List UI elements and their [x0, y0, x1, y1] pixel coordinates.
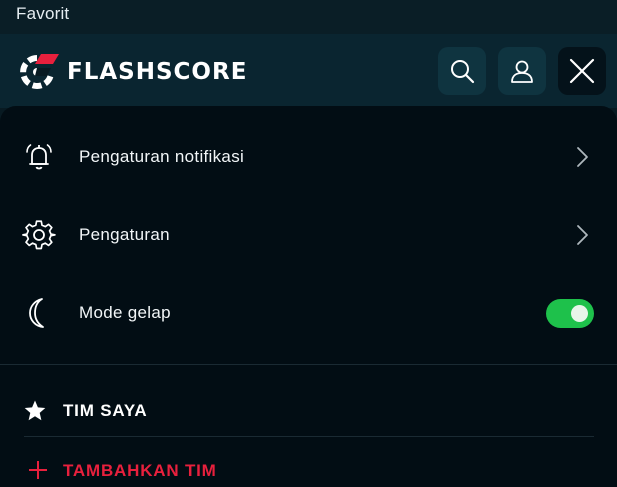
moon-icon — [22, 296, 56, 330]
menu-item-label: Pengaturan — [79, 225, 170, 244]
menu-item-settings[interactable]: Pengaturan — [0, 196, 617, 274]
flashscore-logo-icon — [20, 54, 59, 89]
search-icon — [451, 60, 475, 84]
dark-mode-toggle[interactable] — [546, 298, 594, 328]
user-account-button[interactable] — [498, 47, 546, 95]
menu-item-dark-mode[interactable]: Mode gelap — [0, 274, 617, 352]
menu-item-label: Pengaturan notifikasi — [79, 147, 245, 166]
chevron-right-icon — [577, 225, 588, 245]
my-teams-divider — [24, 436, 594, 437]
close-menu-button[interactable] — [558, 47, 606, 95]
close-icon — [569, 58, 595, 84]
user-icon — [511, 60, 533, 83]
plus-icon — [29, 461, 47, 479]
add-team-label: TAMBAHKAN TIM — [63, 461, 217, 480]
app-header: FLASHSCORE — [0, 34, 617, 108]
menu-panel: Pengaturan notifikasi Pengaturan Mode ge… — [0, 106, 617, 487]
gear-icon — [22, 218, 56, 252]
flashscore-logo[interactable]: FLASHSCORE — [17, 52, 247, 92]
menu-item-notification-settings[interactable]: Pengaturan notifikasi — [0, 118, 617, 196]
bell-icon — [22, 140, 56, 174]
brand-name: FLASHSCORE — [67, 59, 248, 85]
status-bar-label: Favorit — [16, 4, 70, 23]
star-icon — [24, 400, 46, 421]
menu-item-label: Mode gelap — [79, 303, 171, 322]
my-teams-title: TIM SAYA — [63, 401, 148, 420]
toggle-knob — [571, 304, 588, 322]
section-divider — [0, 364, 617, 365]
status-bar: Favorit — [0, 0, 617, 34]
chevron-right-icon — [577, 147, 588, 167]
search-button[interactable] — [438, 47, 486, 95]
